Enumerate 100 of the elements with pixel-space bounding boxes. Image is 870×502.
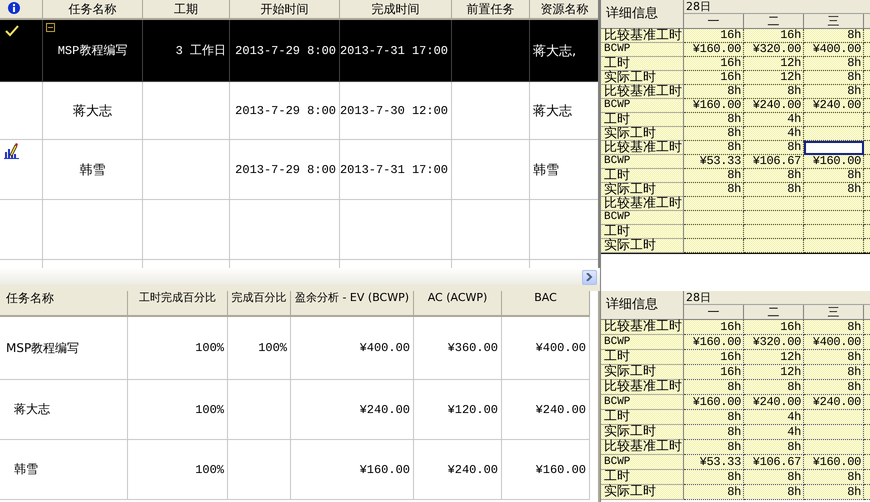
value-cell[interactable]: 4h — [744, 127, 804, 141]
value-cell[interactable] — [804, 410, 864, 425]
column-header[interactable]: AC (ACWP) — [414, 291, 502, 317]
column-header[interactable]: 资源名称 — [530, 0, 598, 20]
value-cell[interactable]: 8h — [744, 440, 804, 455]
value-cell[interactable]: 8h — [684, 485, 744, 500]
column-header[interactable]: 工时完成百分比 — [128, 291, 228, 317]
value-cell[interactable]: 8h — [744, 183, 804, 197]
value-cell[interactable]: 12h — [744, 57, 804, 71]
value-cell[interactable]: ¥400.00 — [804, 43, 864, 57]
value-cell[interactable]: ¥320.00 — [744, 335, 804, 350]
column-header[interactable]: BAC — [502, 291, 590, 317]
value-cell[interactable] — [744, 211, 804, 225]
value-cell[interactable]: ¥320.00 — [744, 43, 804, 57]
value-cell[interactable]: 8h — [804, 71, 864, 85]
value-cell[interactable]: 8h — [684, 470, 744, 485]
column-header[interactable]: 工期 — [143, 0, 230, 20]
value-cell[interactable] — [804, 225, 864, 239]
value-cell[interactable]: 8h — [744, 380, 804, 395]
value-cell[interactable]: 8h — [804, 85, 864, 99]
selected-cell[interactable] — [804, 141, 864, 155]
value-cell[interactable] — [804, 211, 864, 225]
column-header[interactable]: 任务名称 — [0, 291, 128, 317]
value-cell[interactable]: 8h — [804, 470, 864, 485]
value-cell[interactable]: ¥160.00 — [684, 395, 744, 410]
value-cell[interactable] — [744, 225, 804, 239]
value-cell[interactable]: 8h — [684, 141, 744, 155]
column-header[interactable]: 盈余分析 - EV (BCWP) — [291, 291, 414, 317]
value-cell[interactable] — [804, 113, 864, 127]
value-cell[interactable]: 8h — [804, 485, 864, 500]
value-cell[interactable]: 12h — [744, 350, 804, 365]
value-cell[interactable] — [684, 239, 744, 253]
value-cell[interactable]: ¥160.00 — [804, 455, 864, 470]
value-cell[interactable]: 8h — [684, 410, 744, 425]
value-cell[interactable]: ¥106.67 — [744, 155, 804, 169]
value-cell[interactable]: 8h — [804, 57, 864, 71]
value-cell[interactable] — [804, 425, 864, 440]
value-cell[interactable] — [804, 197, 864, 211]
value-cell[interactable]: ¥160.00 — [804, 155, 864, 169]
value-cell[interactable]: ¥240.00 — [744, 99, 804, 113]
value-cell[interactable]: 8h — [684, 169, 744, 183]
value-cell[interactable]: 8h — [804, 350, 864, 365]
value-cell[interactable]: 16h — [744, 29, 804, 43]
value-cell[interactable]: ¥53.33 — [684, 155, 744, 169]
value-cell[interactable]: 8h — [744, 470, 804, 485]
value-cell[interactable]: 8h — [684, 113, 744, 127]
column-header[interactable]: 开始时间 — [230, 0, 340, 20]
value-cell[interactable]: 16h — [684, 320, 744, 335]
value-cell[interactable]: 8h — [804, 169, 864, 183]
column-header[interactable]: 前置任务 — [452, 0, 530, 20]
value-cell[interactable]: 8h — [804, 29, 864, 43]
value-cell[interactable]: ¥160.00 — [684, 335, 744, 350]
value-cell[interactable]: ¥400.00 — [804, 335, 864, 350]
value-cell[interactable]: 16h — [684, 29, 744, 43]
value-cell[interactable]: 16h — [684, 57, 744, 71]
column-header[interactable]: 完成百分比 — [228, 291, 291, 317]
value-cell[interactable] — [684, 197, 744, 211]
column-header[interactable]: 任务名称 — [43, 0, 143, 20]
value-cell[interactable] — [684, 225, 744, 239]
value-cell[interactable] — [684, 211, 744, 225]
value-cell[interactable]: 4h — [744, 113, 804, 127]
value-cell[interactable]: ¥240.00 — [744, 395, 804, 410]
column-header[interactable] — [0, 0, 43, 20]
value-cell[interactable] — [744, 239, 804, 253]
value-cell[interactable]: 12h — [744, 365, 804, 380]
value-cell[interactable]: 16h — [684, 350, 744, 365]
task-row[interactable]: 韩雪 2013-7-29 8:00 2013-7-31 17:00 韩雪 — [0, 140, 598, 200]
scroll-right-button[interactable] — [582, 270, 597, 284]
value-cell[interactable]: 8h — [684, 440, 744, 455]
value-cell[interactable]: 12h — [744, 71, 804, 85]
value-cell[interactable]: 16h — [684, 365, 744, 380]
value-cell[interactable]: 8h — [684, 183, 744, 197]
value-cell[interactable]: 8h — [684, 425, 744, 440]
value-cell[interactable]: 8h — [684, 85, 744, 99]
value-cell[interactable] — [804, 239, 864, 253]
task-row[interactable]: 蒋大志 2013-7-29 8:00 2013-7-30 12:00 蒋大志 — [0, 82, 598, 140]
value-cell[interactable] — [804, 127, 864, 141]
value-cell[interactable]: 16h — [684, 71, 744, 85]
value-cell[interactable]: 8h — [804, 365, 864, 380]
value-cell[interactable]: 8h — [684, 380, 744, 395]
value-cell[interactable]: 8h — [744, 485, 804, 500]
column-header[interactable]: 完成时间 — [340, 0, 452, 20]
value-cell[interactable]: 8h — [744, 169, 804, 183]
value-cell[interactable]: ¥160.00 — [684, 43, 744, 57]
value-cell[interactable]: 8h — [744, 85, 804, 99]
value-cell[interactable] — [804, 440, 864, 455]
value-cell[interactable]: 8h — [804, 320, 864, 335]
value-cell[interactable] — [744, 197, 804, 211]
value-cell[interactable]: 16h — [744, 320, 804, 335]
task-row[interactable]: MSP教程编写 3 工作日 2013-7-29 8:00 2013-7-31 17:00 蒋大志, — [0, 20, 598, 82]
value-cell[interactable]: 8h — [684, 127, 744, 141]
value-cell[interactable]: ¥53.33 — [684, 455, 744, 470]
value-cell[interactable]: 8h — [804, 380, 864, 395]
value-cell[interactable]: 4h — [744, 410, 804, 425]
value-cell[interactable]: ¥240.00 — [804, 395, 864, 410]
scrollbar-track[interactable] — [0, 268, 600, 285]
collapse-toggle[interactable] — [46, 23, 55, 32]
value-cell[interactable]: 4h — [744, 425, 804, 440]
value-cell[interactable]: 8h — [804, 183, 864, 197]
value-cell[interactable]: 8h — [744, 141, 804, 155]
